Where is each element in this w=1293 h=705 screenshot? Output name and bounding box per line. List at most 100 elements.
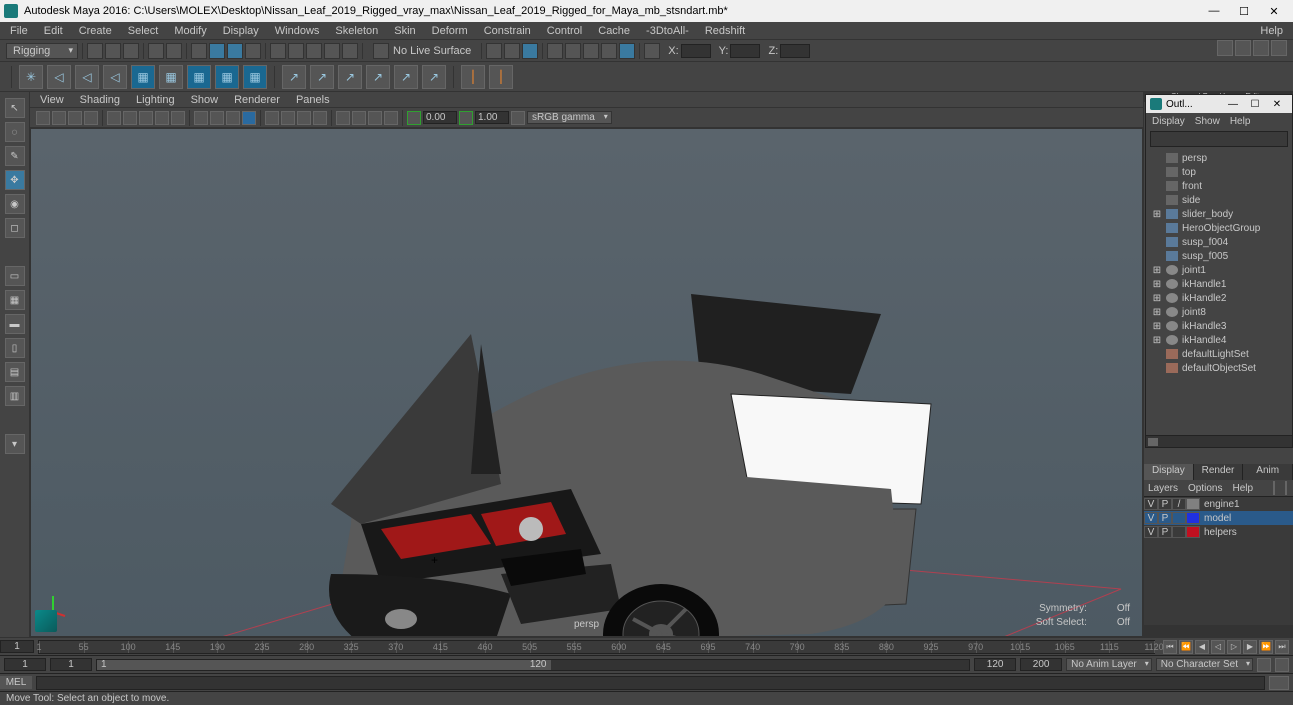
layout-3-icon[interactable] [583, 43, 599, 59]
vp-icon-5[interactable] [107, 111, 121, 125]
range-end-b[interactable] [1020, 658, 1062, 671]
vp-icon-19[interactable] [352, 111, 366, 125]
snap-grid-icon[interactable] [270, 43, 286, 59]
shelf-bind-icon[interactable]: ◁ [103, 65, 127, 89]
tab-render[interactable]: Render [1194, 464, 1244, 480]
layout-2-icon[interactable] [565, 43, 581, 59]
outliner-max-button[interactable]: ☐ [1244, 99, 1266, 110]
vp-icon-2[interactable] [52, 111, 66, 125]
layout-four-icon[interactable]: ▦ [5, 290, 25, 310]
autokey-icon[interactable] [1257, 658, 1271, 672]
save-scene-icon[interactable] [123, 43, 139, 59]
layer-visible-toggle[interactable]: V [1144, 498, 1158, 510]
menu-edit[interactable]: Edit [36, 25, 71, 37]
menu-select[interactable]: Select [120, 25, 167, 37]
timeline-current-frame[interactable] [0, 640, 34, 653]
outliner-titlebar[interactable]: Outl... — ☐ ✕ [1146, 95, 1292, 113]
expand-icon[interactable]: ⊞ [1152, 321, 1162, 332]
go-end-button[interactable]: ⏭ [1275, 640, 1289, 654]
shelf-jiggle-icon[interactable]: ↗ [422, 65, 446, 89]
live-surface-icon[interactable] [373, 43, 389, 59]
scale-tool-icon[interactable]: ◻ [5, 218, 25, 238]
vp-icon-16[interactable] [297, 111, 311, 125]
layout-three-icon[interactable]: ▤ [5, 362, 25, 382]
open-scene-icon[interactable] [105, 43, 121, 59]
layer-visible-toggle[interactable]: V [1144, 512, 1158, 524]
vp-colorspace-dropdown[interactable]: sRGB gamma [527, 111, 612, 124]
shelf-skin-b-icon[interactable]: ▦ [159, 65, 183, 89]
display-layer-row[interactable]: VPhelpers [1144, 525, 1293, 539]
outliner-close-button[interactable]: ✕ [1266, 99, 1288, 110]
range-track[interactable]: 1 120 [96, 659, 970, 671]
outliner-item[interactable]: defaultObjectSet [1148, 361, 1290, 375]
outliner-item[interactable]: HeroObjectGroup [1148, 221, 1290, 235]
shelf-cluster-icon[interactable]: ↗ [282, 65, 306, 89]
menu-display[interactable]: Display [215, 25, 267, 37]
layout-custom-icon[interactable]: ▾ [5, 434, 25, 454]
vp-icon-1[interactable] [36, 111, 50, 125]
vp-icon-21[interactable] [384, 111, 398, 125]
layer-color-swatch[interactable] [1186, 526, 1200, 538]
layer-icon-a[interactable] [1273, 481, 1275, 495]
shelf-sculpt-icon[interactable]: ↗ [394, 65, 418, 89]
shelf-orange-b-icon[interactable]: ⎮ [489, 65, 513, 89]
command-input[interactable] [36, 676, 1265, 690]
vp-gamma-icon[interactable] [407, 111, 421, 125]
undo-icon[interactable] [148, 43, 164, 59]
layer-type-toggle[interactable] [1172, 526, 1186, 538]
viewport[interactable]: + + persp Symmetry:Off Soft Select:Off [30, 128, 1143, 637]
menu-file[interactable]: File [2, 25, 36, 37]
shelf-blend-icon[interactable]: ↗ [310, 65, 334, 89]
shelf-lattice-c-icon[interactable]: ▦ [243, 65, 267, 89]
construction-history-icon[interactable] [486, 43, 502, 59]
vp-icon-6[interactable] [123, 111, 137, 125]
range-start-a[interactable] [4, 658, 46, 671]
outliner-menu-display[interactable]: Display [1152, 116, 1185, 127]
tool-settings-icon[interactable] [1253, 40, 1269, 56]
rotate-tool-icon[interactable]: ◉ [5, 194, 25, 214]
vp-menu-shading[interactable]: Shading [80, 94, 120, 106]
layout-5-icon[interactable] [619, 43, 635, 59]
vp-icon-8[interactable] [155, 111, 169, 125]
select-mode-icon[interactable] [191, 43, 207, 59]
shelf-orange-a-icon[interactable]: ⎮ [461, 65, 485, 89]
snap-curve-icon[interactable] [288, 43, 304, 59]
select-tool-icon[interactable]: ↖ [5, 98, 25, 118]
expand-icon[interactable]: ⊞ [1152, 307, 1162, 318]
layer-type-toggle[interactable] [1172, 512, 1186, 524]
outliner-item[interactable]: ⊞ikHandle2 [1148, 291, 1290, 305]
layer-color-swatch[interactable] [1186, 498, 1200, 510]
expand-icon[interactable]: ⊞ [1152, 293, 1162, 304]
redo-icon[interactable] [166, 43, 182, 59]
outliner-item[interactable]: ⊞joint8 [1148, 305, 1290, 319]
minimize-button[interactable]: — [1199, 1, 1229, 21]
layer-type-toggle[interactable]: / [1172, 498, 1186, 510]
outliner-menu-show[interactable]: Show [1195, 116, 1220, 127]
display-layer-row[interactable]: VP/engine1 [1144, 497, 1293, 511]
expand-icon[interactable]: ⊞ [1152, 209, 1162, 220]
menu-cache[interactable]: Cache [590, 25, 638, 37]
vp-menu-view[interactable]: View [40, 94, 64, 106]
layout-4-icon[interactable] [601, 43, 617, 59]
channel-box-icon[interactable] [1271, 40, 1287, 56]
snap-live-icon[interactable] [342, 43, 358, 59]
step-fwd-button[interactable]: ▶ [1243, 640, 1257, 654]
command-lang-label[interactable]: MEL [0, 676, 32, 689]
layer-visible-toggle[interactable]: V [1144, 526, 1158, 538]
outliner-menu-help[interactable]: Help [1230, 116, 1251, 127]
vp-icon-14[interactable] [265, 111, 279, 125]
menu-skin[interactable]: Skin [386, 25, 423, 37]
menu-3dtoall[interactable]: -3DtoAll- [638, 25, 697, 37]
snap-plane-icon[interactable] [324, 43, 340, 59]
layers-menu-help[interactable]: Help [1232, 483, 1253, 494]
new-scene-icon[interactable] [87, 43, 103, 59]
step-back-key-button[interactable]: ⏪ [1179, 640, 1193, 654]
outliner-search-input[interactable] [1150, 131, 1288, 147]
menu-modify[interactable]: Modify [166, 25, 214, 37]
shelf-lattice-a-icon[interactable]: ▦ [187, 65, 211, 89]
play-back-button[interactable]: ◁ [1211, 640, 1225, 654]
vp-icon-7[interactable] [139, 111, 153, 125]
outliner-item[interactable]: ⊞slider_body [1148, 207, 1290, 221]
menu-deform[interactable]: Deform [424, 25, 476, 37]
range-start-b[interactable] [50, 658, 92, 671]
